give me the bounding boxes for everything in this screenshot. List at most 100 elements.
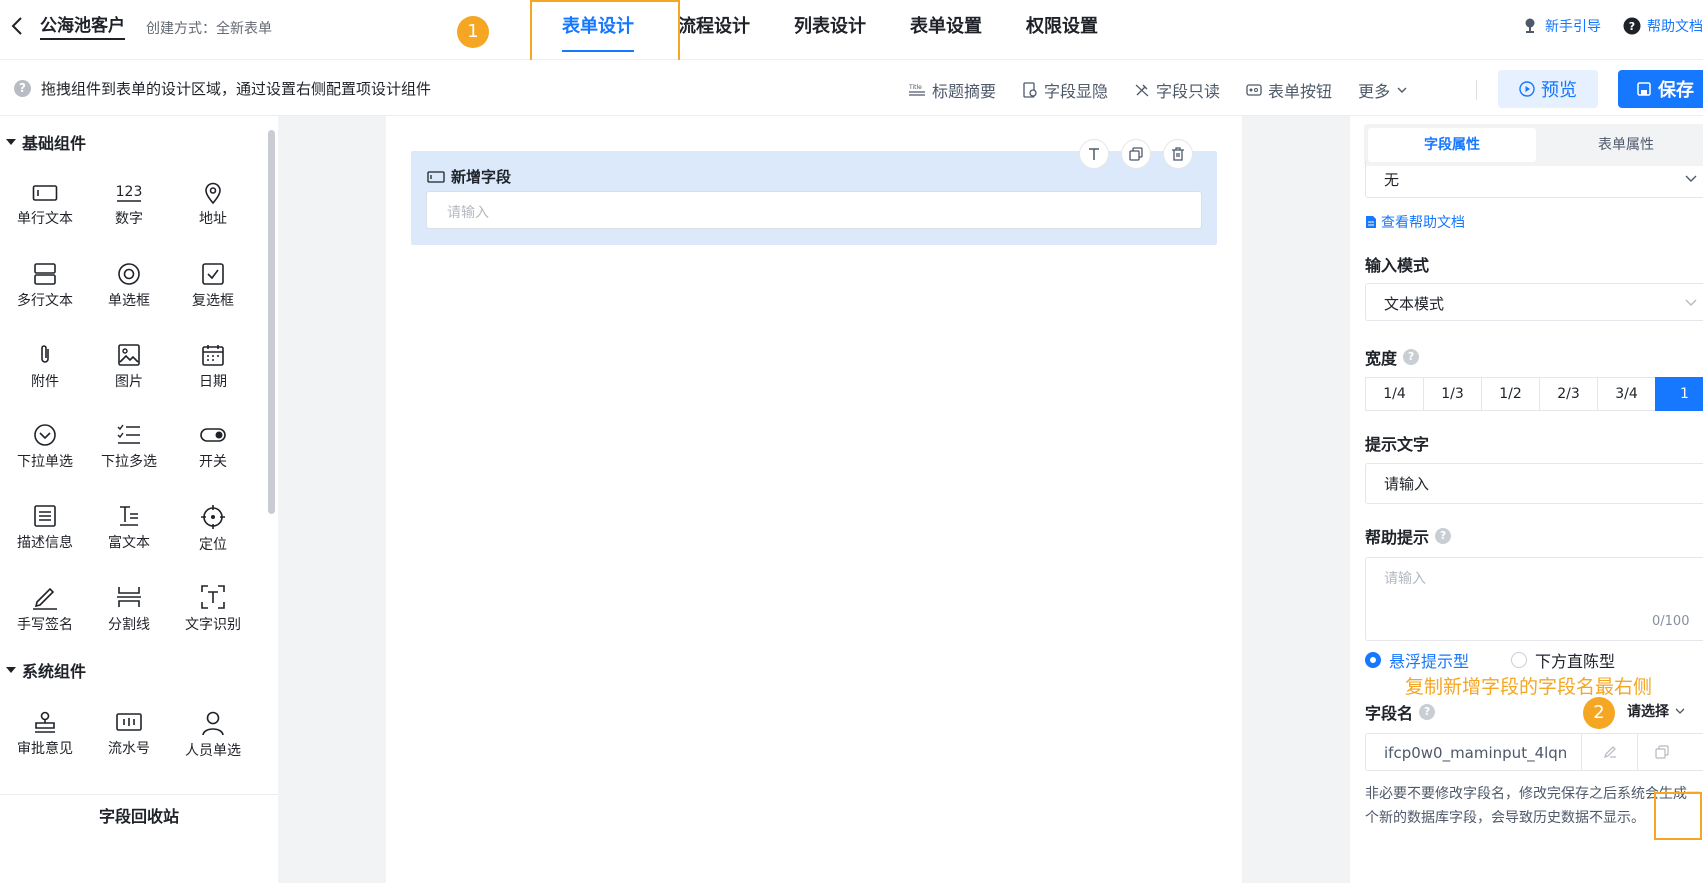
field-copy-button[interactable]	[1121, 139, 1151, 169]
guide-link-label: 新手引导	[1545, 19, 1601, 35]
question-icon[interactable]: ?	[1435, 528, 1452, 544]
chevron-down-icon	[1685, 175, 1697, 182]
title-summary-button[interactable]: Title 标题摘要	[908, 78, 996, 102]
help-display-radios: 悬浮提示型 下方直陈型	[1365, 648, 1615, 672]
question-icon[interactable]: ?	[1419, 704, 1436, 720]
tab-form-design[interactable]: 表单设计	[540, 0, 656, 60]
width-option-3-4[interactable]: 3/4	[1597, 377, 1656, 411]
field-name-edit-button[interactable]	[1581, 734, 1637, 770]
tab-form-properties[interactable]: 表单属性	[1542, 128, 1703, 162]
component-switch[interactable]: 开关	[171, 417, 255, 487]
placeholder-input[interactable]: 请输入	[1365, 463, 1703, 504]
save-label: 保存	[1658, 80, 1694, 101]
component-serial-number[interactable]: 流水号	[87, 704, 171, 774]
field-readonly-button[interactable]: 字段只读	[1134, 78, 1220, 102]
tab-list-design[interactable]: 列表设计	[772, 0, 888, 60]
field-name-copy-button[interactable]	[1637, 734, 1685, 770]
help-tip-label-text: 帮助提示	[1365, 528, 1430, 547]
component-attachment[interactable]: 附件	[3, 337, 87, 407]
component-panel-scrollbar[interactable]	[268, 130, 275, 514]
more-dropdown[interactable]: 更多	[1358, 78, 1408, 102]
form-buttons-button[interactable]: 表单按钮	[1246, 78, 1332, 102]
input-mode-select[interactable]: 文本模式	[1365, 283, 1703, 321]
component-label: 地址	[199, 211, 227, 227]
form-canvas[interactable]: 新增字段 请输入	[386, 116, 1242, 883]
component-approval-opinion[interactable]: 审批意见	[3, 704, 87, 774]
guide-pin-icon	[1525, 18, 1535, 33]
field-recycle-bin[interactable]: 字段回收站	[0, 794, 278, 834]
svg-text:Title: Title	[908, 84, 922, 91]
component-dropdown-multi[interactable]: 下拉多选	[87, 417, 171, 487]
top-select[interactable]: 无	[1365, 160, 1703, 198]
toggle-icon	[200, 428, 226, 442]
field-name-label-text: 字段名	[1365, 704, 1414, 723]
field-name-select[interactable]: 请选择	[1627, 701, 1685, 721]
component-label: 描述信息	[17, 535, 73, 551]
component-divider[interactable]: 分割线	[87, 578, 171, 648]
field-name-input[interactable]: ifcp0w0_maminput_4lqn	[1365, 733, 1703, 771]
field-title: 新增字段	[427, 166, 511, 187]
width-option-2-3[interactable]: 2/3	[1539, 377, 1598, 411]
tab-flow-design[interactable]: 流程设计	[656, 0, 772, 60]
more-label: 更多	[1358, 82, 1391, 101]
radio-below-tip-label[interactable]: 下方直陈型	[1535, 648, 1615, 672]
component-description[interactable]: 描述信息	[3, 498, 87, 568]
component-single-line-text[interactable]: 单行文本	[3, 176, 87, 246]
form-field-card[interactable]: 新增字段 请输入	[411, 139, 1217, 245]
radio-hover-tip[interactable]	[1365, 652, 1381, 668]
field-actions	[1079, 139, 1193, 169]
component-signature[interactable]: 手写签名	[3, 578, 87, 648]
save-button[interactable]: 保存	[1618, 70, 1703, 108]
back-arrow-icon[interactable]	[6, 14, 30, 38]
field-title-button[interactable]	[1079, 139, 1109, 169]
component-radio[interactable]: 单选框	[87, 256, 171, 326]
multi-line-text-icon	[34, 263, 56, 285]
help-doc-link[interactable]: ? 帮助文档	[1623, 16, 1703, 36]
component-dropdown-single[interactable]: 下拉单选	[3, 417, 87, 487]
guide-link[interactable]: 新手引导	[1521, 16, 1601, 36]
tab-field-properties[interactable]: 字段属性	[1368, 128, 1536, 162]
input-mode-label-text: 输入模式	[1365, 256, 1430, 275]
component-address[interactable]: 地址	[171, 176, 255, 246]
component-date[interactable]: 日期	[171, 337, 255, 407]
width-option-1-3[interactable]: 1/3	[1423, 377, 1482, 411]
field-delete-button[interactable]	[1163, 139, 1193, 169]
field-input-preview[interactable]: 请输入	[426, 191, 1202, 229]
svg-text:?: ?	[1629, 20, 1635, 33]
main-nav-tabs: 表单设计 流程设计 列表设计 表单设置 权限设置	[540, 0, 1120, 60]
group-system-components[interactable]: 系统组件	[6, 658, 86, 682]
radio-hover-tip-label[interactable]: 悬浮提示型	[1389, 648, 1469, 672]
tab-form-settings[interactable]: 表单设置	[888, 0, 1004, 60]
question-icon[interactable]: ?	[1403, 349, 1420, 365]
component-checkbox[interactable]: 复选框	[171, 256, 255, 326]
chevron-down-icon	[1675, 708, 1685, 714]
tab-permission-settings[interactable]: 权限设置	[1004, 0, 1120, 60]
recycle-label: 字段回收站	[98, 807, 179, 826]
app-title[interactable]: 公海池客户	[40, 15, 125, 40]
component-multi-line-text[interactable]: 多行文本	[3, 256, 87, 326]
component-label: 分割线	[108, 617, 150, 633]
pencil-icon	[1603, 746, 1616, 758]
component-location[interactable]: 定位	[171, 498, 255, 568]
component-user-single[interactable]: 人员单选	[171, 704, 255, 774]
ocr-icon	[201, 585, 225, 609]
create-mode-text: 创建方式：全新表单	[146, 21, 272, 37]
group-basic-components[interactable]: 基础组件	[6, 130, 86, 154]
component-text-recognition[interactable]: 文字识别	[171, 578, 255, 648]
help-doc-link[interactable]: 查看帮助文档	[1365, 212, 1465, 232]
component-rich-text[interactable]: 富文本	[87, 498, 171, 568]
width-option-1-2[interactable]: 1/2	[1481, 377, 1540, 411]
preview-button[interactable]: 预览	[1498, 70, 1598, 108]
title-summary-label: 标题摘要	[932, 82, 997, 101]
width-option-full[interactable]: 1	[1655, 377, 1703, 411]
component-number[interactable]: 123 数字	[87, 176, 171, 246]
properties-panel: 字段属性 表单属性 无 查看帮助文档 输入模式 文本模式 宽度 ? 1/4 1/…	[1350, 116, 1703, 883]
radio-below-tip[interactable]	[1511, 652, 1528, 668]
field-visibility-button[interactable]: 字段显隐	[1022, 78, 1108, 102]
caret-down-icon	[6, 139, 16, 145]
component-label: 流水号	[108, 741, 150, 757]
width-option-1-4[interactable]: 1/4	[1365, 377, 1424, 411]
component-image[interactable]: 图片	[87, 337, 171, 407]
design-toolbar: ? 拖拽组件到表单的设计区域，通过设置右侧配置项设计组件 Title 标题摘要 …	[0, 60, 1703, 116]
single-line-text-icon	[32, 185, 58, 201]
